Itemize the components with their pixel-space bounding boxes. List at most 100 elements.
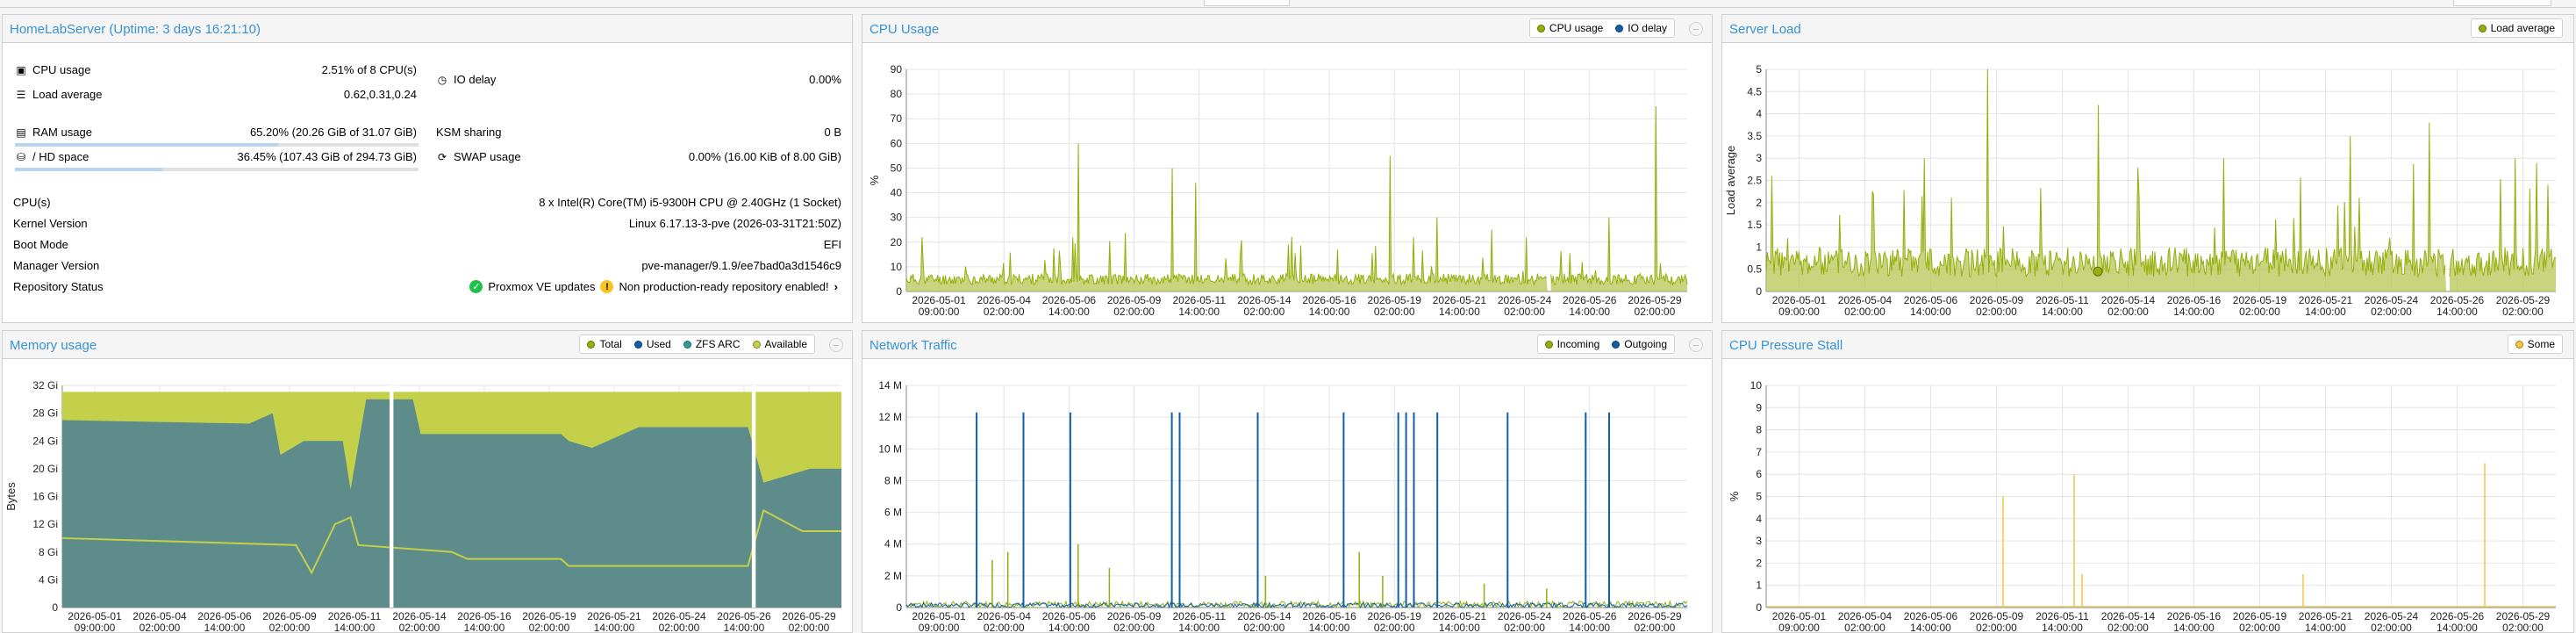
x-tick-label: 2026-05-09 <box>262 610 317 622</box>
boot-mode-label: Boot Mode <box>13 238 68 251</box>
repo-status-value[interactable]: ✓ Proxmox VE updates ! Non production-re… <box>469 280 838 293</box>
x-tick-label: 2026-05-01 <box>912 294 966 306</box>
cpus-label: CPU(s) <box>13 196 51 209</box>
x-tick-label: 2026-05-06 <box>1042 294 1097 306</box>
warning-icon: ! <box>600 280 614 293</box>
toolbar-divider <box>0 7 2576 8</box>
y-tick-label: 20 Gi <box>32 463 58 475</box>
y-tick-label: 80 <box>891 88 903 100</box>
x-tick-label: 2026-05-01 <box>68 610 122 622</box>
memory-icon: ▤ <box>16 126 26 139</box>
legend-total[interactable]: Total <box>587 338 622 350</box>
y-tick-label: 2 <box>1756 197 1762 209</box>
x-tick-label: 14:00:00 <box>2042 306 2083 318</box>
x-tick-label: 02:00:00 <box>2502 306 2544 318</box>
server-load-panel: Server Load Load average 0 0.5 1 1.5 2 2.5 3 3.… <box>1721 14 2574 323</box>
cpus-row: CPU(s) <box>13 196 51 209</box>
collapse-button[interactable] <box>1689 338 1703 352</box>
x-tick-label: 02:00:00 <box>2107 306 2149 318</box>
x-tick-label: 14:00:00 <box>594 622 635 633</box>
legend-io-delay[interactable]: IO delay <box>1615 22 1667 34</box>
cpu-usage-title: CPU Usage <box>869 22 940 37</box>
y-tick-label: 90 <box>891 63 903 76</box>
y-tick-label: 40 <box>891 187 903 199</box>
y-tick-label: 8 Gi <box>39 546 58 558</box>
x-tick-label: 02:00:00 <box>140 622 181 633</box>
x-tick-label: 02:00:00 <box>2239 622 2280 633</box>
x-tick-label: 02:00:00 <box>984 622 1025 633</box>
tasks-icon: ☰ <box>16 88 26 101</box>
y-tick-label: 10 <box>1750 379 1763 392</box>
chevron-right-icon: › <box>834 280 838 293</box>
cpu-usage-value: 2.51% of 8 CPU(s) <box>321 63 417 76</box>
x-tick-label: 2026-05-26 <box>717 610 771 622</box>
x-tick-label: 2026-05-19 <box>1368 294 1422 306</box>
x-tick-label: 14:00:00 <box>1048 306 1090 318</box>
x-tick-label: 02:00:00 <box>984 306 1025 318</box>
x-tick-label: 2026-05-16 <box>457 610 512 622</box>
memory-usage-panel: Memory usage Total Used ZFS ARC Availabl… <box>2 330 853 633</box>
x-tick-label: 14:00:00 <box>2173 622 2215 633</box>
legend-incoming[interactable]: Incoming <box>1544 338 1599 350</box>
x-tick-label: 2026-05-14 <box>2101 610 2156 622</box>
x-tick-label: 14:00:00 <box>2042 622 2083 633</box>
x-tick-label: 14:00:00 <box>724 622 765 633</box>
network-traffic-title: Network Traffic <box>869 338 957 353</box>
network-traffic-header: Network Traffic Incoming Outgoing <box>862 331 1712 359</box>
x-tick-label: 2026-05-29 <box>2496 294 2551 306</box>
x-tick-label: 14:00:00 <box>1569 622 1610 633</box>
y-tick-label: 16 Gi <box>32 491 58 503</box>
y-tick-label: 4 Gi <box>39 573 58 586</box>
x-tick-label: 2026-05-01 <box>912 610 966 622</box>
toolbar-button[interactable] <box>1204 0 1290 6</box>
collapse-button[interactable] <box>829 338 843 352</box>
x-tick-label: 2026-05-06 <box>197 610 252 622</box>
x-tick-label: 2026-05-24 <box>2365 294 2419 306</box>
x-tick-label: 09:00:00 <box>1778 622 1820 633</box>
ksm-sharing-row: KSM sharing <box>436 126 501 139</box>
legend-cpu-usage[interactable]: CPU usage <box>1536 22 1603 34</box>
legend-outgoing[interactable]: Outgoing <box>1612 338 1667 350</box>
cpu-usage-row: ▣ CPU usage <box>15 63 90 76</box>
x-tick-label: 02:00:00 <box>529 622 570 633</box>
x-tick-label: 02:00:00 <box>659 622 700 633</box>
legend-load-average[interactable]: Load average <box>2478 22 2555 34</box>
y-tick-label: 0 <box>896 285 902 298</box>
x-tick-label: 2026-05-06 <box>1904 294 1958 306</box>
data-gap <box>751 385 756 608</box>
cpu-pressure-header: CPU Pressure Stall Some <box>1722 331 2573 359</box>
x-tick-label: 2026-05-19 <box>2233 610 2287 622</box>
y-tick-label: 5 <box>1756 63 1762 76</box>
x-tick-label: 14:00:00 <box>1910 306 1951 318</box>
y-tick-label: 8 M <box>884 474 902 486</box>
y-tick-label: 10 <box>891 261 903 273</box>
collapse-button[interactable] <box>1689 22 1703 36</box>
io-delay-value: 0.00% <box>809 73 841 86</box>
x-tick-label: 02:00:00 <box>789 622 830 633</box>
legend-used[interactable]: Used <box>633 338 671 350</box>
cpu-icon: ▣ <box>16 63 26 76</box>
server-load-legend: Load average <box>2470 18 2563 38</box>
legend-zfs-arc[interactable]: ZFS ARC <box>683 338 741 350</box>
load-average-row: ☰ Load average <box>15 88 103 101</box>
y-tick-label: 70 <box>891 112 903 125</box>
x-tick-label: 02:00:00 <box>2502 622 2544 633</box>
y-tick-label: 4 <box>1756 513 1762 525</box>
x-tick-label: 14:00:00 <box>1439 306 1480 318</box>
toolbar-button[interactable] <box>2453 0 2551 6</box>
x-tick-label: 2026-05-29 <box>782 610 836 622</box>
y-tick-label: 3 <box>1756 535 1762 547</box>
y-tick-label: 10 M <box>878 442 902 455</box>
legend-some[interactable]: Some <box>2515 338 2555 350</box>
y-axis-label: Bytes <box>4 482 18 511</box>
x-tick-label: 02:00:00 <box>1113 306 1155 318</box>
legend-available[interactable]: Available <box>752 338 807 350</box>
repo-status-label: Repository Status <box>13 280 104 293</box>
x-tick-label: 2026-05-11 <box>2036 294 2089 306</box>
x-tick-label: 14:00:00 <box>1910 622 1951 633</box>
x-tick-label: 2026-05-26 <box>2430 610 2485 622</box>
kernel-label: Kernel Version <box>13 217 88 230</box>
server-load-chart: 0 0.5 1 1.5 2 2.5 3 3.5 4 4.5 5 2026-05-0109:00:00 2… <box>1724 63 2557 318</box>
y-tick-label: 30 <box>891 212 903 224</box>
x-tick-label: 14:00:00 <box>2436 306 2478 318</box>
